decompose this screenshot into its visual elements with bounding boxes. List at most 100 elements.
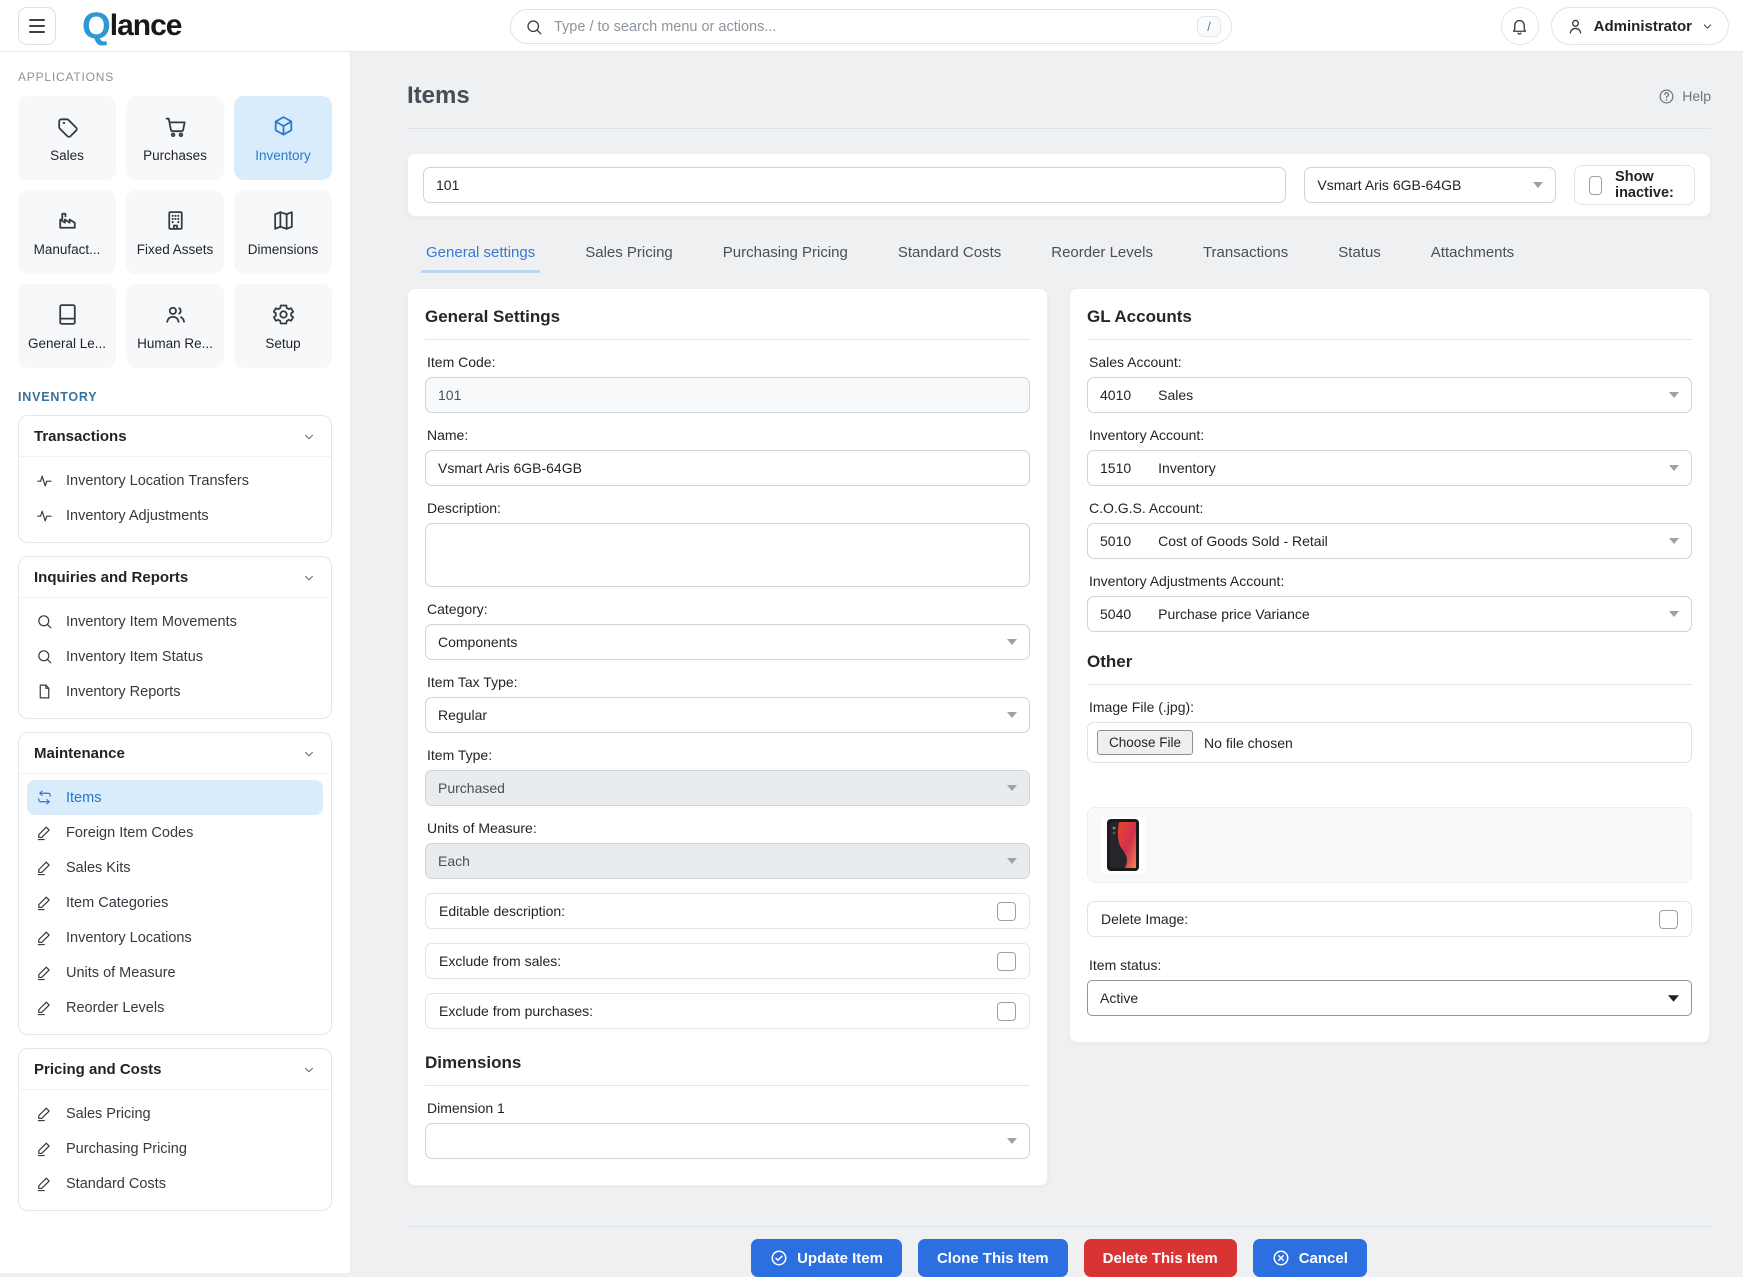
category-select[interactable]: Components — [425, 624, 1030, 660]
tab-reorder-levels[interactable]: Reorder Levels — [1046, 244, 1158, 273]
choose-file-button[interactable]: Choose File — [1097, 730, 1194, 755]
hamburger-menu-button[interactable] — [18, 6, 56, 45]
image-file-input[interactable]: Choose File No file chosen — [1087, 722, 1692, 763]
item-select[interactable]: Vsmart Aris 6GB-64GB — [1304, 167, 1557, 203]
factory-icon — [55, 208, 80, 233]
app-tile-human-resources[interactable]: Human Re... — [126, 284, 224, 368]
group-header-transactions[interactable]: Transactions — [19, 416, 331, 457]
account-code: 4010 — [1100, 387, 1132, 403]
inventory-section-label: INVENTORY — [18, 390, 98, 404]
cogs-account-select[interactable]: 5010 Cost of Goods Sold - Retail — [1087, 523, 1692, 559]
delete-image-checkbox[interactable] — [1659, 909, 1678, 929]
app-tile-general-ledger[interactable]: General Le... — [18, 284, 116, 368]
chevron-down-icon — [1007, 785, 1017, 791]
app-logo[interactable]: Q lance — [82, 5, 182, 47]
description-textarea[interactable] — [425, 523, 1030, 587]
dimension1-label: Dimension 1 — [427, 1100, 505, 1116]
app-tile-dimensions[interactable]: Dimensions — [234, 190, 332, 274]
item-type-label: Item Type: — [427, 747, 493, 763]
item-tax-type-label: Item Tax Type: — [427, 674, 518, 690]
tab-status[interactable]: Status — [1333, 244, 1386, 273]
group-header-inquiries-reports[interactable]: Inquiries and Reports — [19, 557, 331, 598]
cancel-button[interactable]: Cancel — [1252, 1239, 1367, 1277]
sidebar-item-inventory-item-status[interactable]: Inventory Item Status — [27, 639, 323, 674]
app-tile-fixed-assets[interactable]: Fixed Assets — [126, 190, 224, 274]
exclude-from-purchases-checkbox[interactable] — [997, 1001, 1016, 1021]
search-input[interactable] — [552, 17, 1188, 36]
tab-purchasing-pricing[interactable]: Purchasing Pricing — [718, 244, 853, 273]
sidebar-item-inventory-item-movements[interactable]: Inventory Item Movements — [27, 604, 323, 639]
sidebar-item-inventory-location-transfers[interactable]: Inventory Location Transfers — [27, 463, 323, 498]
chevron-down-icon — [1007, 712, 1017, 718]
dimension1-select[interactable] — [425, 1123, 1030, 1159]
notifications-button[interactable] — [1500, 7, 1539, 45]
app-tile-inventory[interactable]: Inventory — [234, 96, 332, 180]
gl-accounts-card: GL Accounts Sales Account: 4010 Sales In… — [1069, 288, 1710, 1043]
tab-general-settings[interactable]: General settings — [421, 244, 541, 273]
item-code-label: Item Code: — [427, 354, 496, 370]
sidebar-item-label: Item Categories — [66, 894, 169, 911]
account-name: Purchase price Variance — [1158, 606, 1310, 622]
item-image-thumbnail — [1101, 817, 1145, 873]
tab-standard-costs[interactable]: Standard Costs — [893, 244, 1006, 273]
sidebar-item-reorder-levels[interactable]: Reorder Levels — [27, 990, 323, 1025]
item-status-select[interactable]: Active — [1087, 980, 1692, 1016]
update-item-button[interactable]: Update Item — [751, 1239, 902, 1277]
item-status-value: Active — [1100, 990, 1139, 1006]
app-tile-label: Dimensions — [247, 241, 319, 257]
exclude-from-purchases-label: Exclude from purchases: — [439, 1003, 594, 1019]
update-item-label: Update Item — [797, 1249, 883, 1267]
search-icon — [36, 613, 53, 630]
app-tile-manufacturing[interactable]: Manufact... — [18, 190, 116, 274]
activity-icon — [36, 507, 53, 524]
tab-transactions[interactable]: Transactions — [1198, 244, 1293, 273]
tab-attachments[interactable]: Attachments — [1426, 244, 1519, 273]
sidebar-item-label: Inventory Adjustments — [66, 507, 209, 524]
group-header-maintenance[interactable]: Maintenance — [19, 733, 331, 774]
question-circle-icon — [1658, 88, 1675, 105]
app-tile-purchases[interactable]: Purchases — [126, 96, 224, 180]
sidebar-item-inventory-locations[interactable]: Inventory Locations — [27, 920, 323, 955]
app-tile-setup[interactable]: Setup — [234, 284, 332, 368]
sidebar-item-sales-kits[interactable]: Sales Kits — [27, 850, 323, 885]
item-status-label: Item status: — [1089, 957, 1162, 973]
main-area: Items Help Vsmart Aris 6GB-64GB Show ina… — [351, 52, 1743, 1277]
book-icon — [55, 302, 80, 327]
document-icon — [36, 683, 53, 700]
sidebar-item-standard-costs[interactable]: Standard Costs — [27, 1166, 323, 1201]
inventory-adjustments-account-select[interactable]: 5040 Purchase price Variance — [1087, 596, 1692, 632]
app-tile-sales[interactable]: Sales — [18, 96, 116, 180]
app-tile-label: Setup — [265, 335, 301, 351]
tab-sales-pricing[interactable]: Sales Pricing — [580, 244, 678, 273]
sidebar-item-inventory-adjustments[interactable]: Inventory Adjustments — [27, 498, 323, 533]
sidebar-item-units-of-measure[interactable]: Units of Measure — [27, 955, 323, 990]
sidebar-item-foreign-item-codes[interactable]: Foreign Item Codes — [27, 815, 323, 850]
chevron-down-icon — [1669, 465, 1679, 471]
name-input[interactable] — [425, 450, 1030, 486]
sidebar-item-item-categories[interactable]: Item Categories — [27, 885, 323, 920]
sidebar-item-label: Sales Kits — [66, 859, 131, 876]
group-header-pricing-costs[interactable]: Pricing and Costs — [19, 1049, 331, 1090]
inventory-account-select[interactable]: 1510 Inventory — [1087, 450, 1692, 486]
sidebar-item-sales-pricing[interactable]: Sales Pricing — [27, 1096, 323, 1131]
show-inactive-checkbox[interactable] — [1589, 175, 1603, 195]
global-search[interactable]: / — [510, 9, 1232, 44]
user-name: Administrator — [1593, 17, 1692, 35]
user-menu[interactable]: Administrator — [1550, 7, 1729, 45]
delete-item-button[interactable]: Delete This Item — [1083, 1239, 1237, 1277]
item-tabs: General settings Sales Pricing Purchasin… — [407, 244, 1711, 273]
sidebar-item-label: Purchasing Pricing — [66, 1140, 187, 1157]
sidebar-item-purchasing-pricing[interactable]: Purchasing Pricing — [27, 1131, 323, 1166]
edit-icon — [36, 999, 53, 1016]
clone-item-button[interactable]: Clone This Item — [917, 1239, 1068, 1277]
item-code-filter-input[interactable] — [423, 167, 1287, 203]
account-code: 1510 — [1100, 460, 1132, 476]
sales-account-select[interactable]: 4010 Sales — [1087, 377, 1692, 413]
editable-description-checkbox[interactable] — [997, 901, 1016, 921]
exclude-from-sales-checkbox[interactable] — [997, 951, 1016, 971]
sales-account-label: Sales Account: — [1089, 354, 1182, 370]
help-link[interactable]: Help — [1658, 88, 1711, 105]
item-tax-type-select[interactable]: Regular — [425, 697, 1030, 733]
sidebar-item-items[interactable]: Items — [27, 780, 323, 815]
sidebar-item-inventory-reports[interactable]: Inventory Reports — [27, 674, 323, 709]
